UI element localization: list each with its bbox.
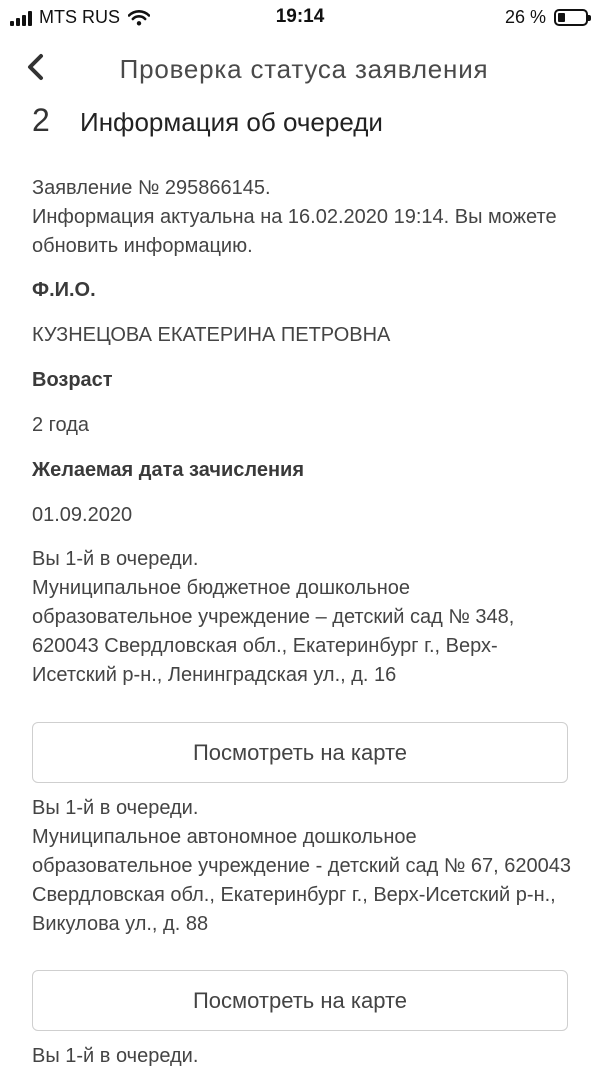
info-actuality: Информация актуальна на 16.02.2020 19:14… (32, 206, 557, 257)
age-label: Возраст (32, 369, 113, 391)
battery-icon (554, 9, 591, 26)
status-right: 26 % (504, 7, 591, 28)
step-title: Информация об очереди (80, 107, 383, 137)
fio-label: Ф.И.О. (32, 279, 96, 301)
institution-address: Муниципальное бюджетное дошкольное образ… (32, 577, 515, 686)
queue-position: Вы 1-й в очереди. (32, 797, 199, 819)
application-number: Заявление № 295866145. (32, 177, 271, 199)
queue-position: Вы 1-й в очереди. (32, 548, 199, 570)
page-title: Проверка статуса заявления (119, 54, 489, 84)
queue-item: Вы 1-й в очереди. (32, 1042, 572, 1066)
age-value: 2 года (32, 414, 90, 436)
queue-item: Вы 1-й в очереди. Муниципальное автономн… (32, 794, 572, 939)
fio-value: КУЗНЕЦОВА ЕКАТЕРИНА ПЕТРОВНА (32, 324, 391, 346)
step-header: 2 Информация об очереди (32, 102, 383, 139)
institution-address: Муниципальное автономное дошкольное обра… (32, 826, 571, 935)
step-number: 2 (32, 102, 50, 138)
queue-position: Вы 1-й в очереди. (32, 1045, 199, 1066)
queue-info: Заявление № 295866145. Информация актуал… (32, 174, 572, 527)
view-on-map-button[interactable]: Посмотреть на карте (32, 722, 568, 783)
nav-bar: Проверка статуса заявления (0, 40, 600, 96)
enrollment-date-value: 01.09.2020 (32, 504, 133, 526)
queue-item: Вы 1-й в очереди. Муниципальное бюджетно… (32, 545, 572, 690)
view-on-map-button[interactable]: Посмотреть на карте (32, 970, 568, 1031)
enrollment-date-label: Желаемая дата зачисления (32, 459, 305, 481)
status-bar: MTS RUS 19:14 26 % (0, 0, 600, 36)
battery-percent: 26 % (504, 7, 546, 27)
battery-fill (558, 13, 565, 22)
